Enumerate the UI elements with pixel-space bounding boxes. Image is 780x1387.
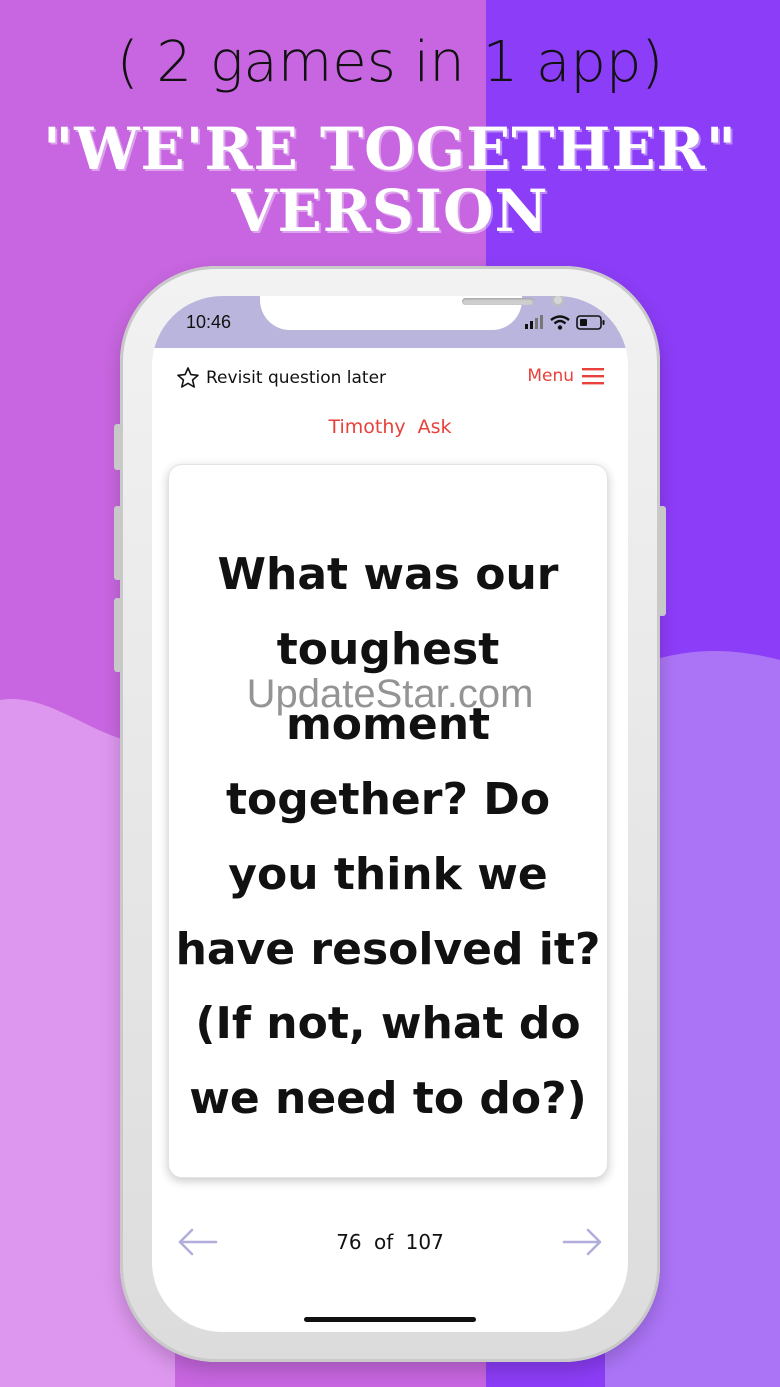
question-line: What was our	[217, 549, 559, 600]
arrow-right-icon	[562, 1228, 602, 1256]
wifi-icon	[550, 314, 570, 330]
question-line: have resolved it?	[175, 924, 601, 975]
question-card[interactable]: What was our toughest moment together? D…	[168, 464, 608, 1178]
watermark: UpdateStar.com	[246, 672, 534, 716]
hamburger-icon	[582, 368, 604, 385]
app-store-screenshot: ( 2 games in 1 app) "WE'RE TOGETHER" VER…	[0, 0, 780, 1387]
status-icons	[524, 312, 606, 332]
question-line: you think we	[228, 849, 548, 900]
followup-line: we need to do?)	[189, 1073, 587, 1124]
menu-button[interactable]: Menu	[527, 366, 604, 386]
question-counter: 76 of 107	[336, 1230, 444, 1254]
asker-label: Timothy Ask	[328, 416, 452, 438]
phone-side-button-silent	[114, 424, 122, 470]
promo-headline-line1: "WE'RE TOGETHER"	[43, 115, 737, 183]
signal-icon	[525, 315, 543, 329]
phone-side-button-volume-up	[114, 506, 122, 580]
next-question-button[interactable]	[560, 1226, 604, 1258]
phone-notch	[260, 296, 564, 330]
revisit-question-label: Revisit question later	[206, 368, 387, 388]
followup-line: (If not, what do	[195, 998, 581, 1049]
phone-side-button-power	[658, 506, 666, 616]
battery-icon	[576, 314, 605, 330]
phone-side-button-volume-down	[114, 598, 122, 672]
status-time: 10:46	[186, 312, 232, 332]
menu-label: Menu	[527, 366, 574, 386]
revisit-question-button[interactable]: Revisit question later	[176, 366, 386, 390]
promo-headline-line2: VERSION	[231, 177, 549, 245]
promo-headline: "WE'RE TOGETHER" VERSION	[0, 118, 780, 242]
question-line: together? Do	[225, 774, 551, 825]
promo-tagline: ( 2 games in 1 app)	[116, 30, 664, 95]
home-indicator[interactable]	[304, 1317, 476, 1322]
question-text: What was our toughest moment together? D…	[169, 537, 607, 987]
phone-screen: 10:46 Revisit question later Menu Timoth…	[152, 296, 628, 1332]
followup-text: (If not, what do we need to do?)	[169, 986, 607, 1136]
star-icon	[177, 367, 199, 388]
phone-speaker	[462, 298, 534, 305]
